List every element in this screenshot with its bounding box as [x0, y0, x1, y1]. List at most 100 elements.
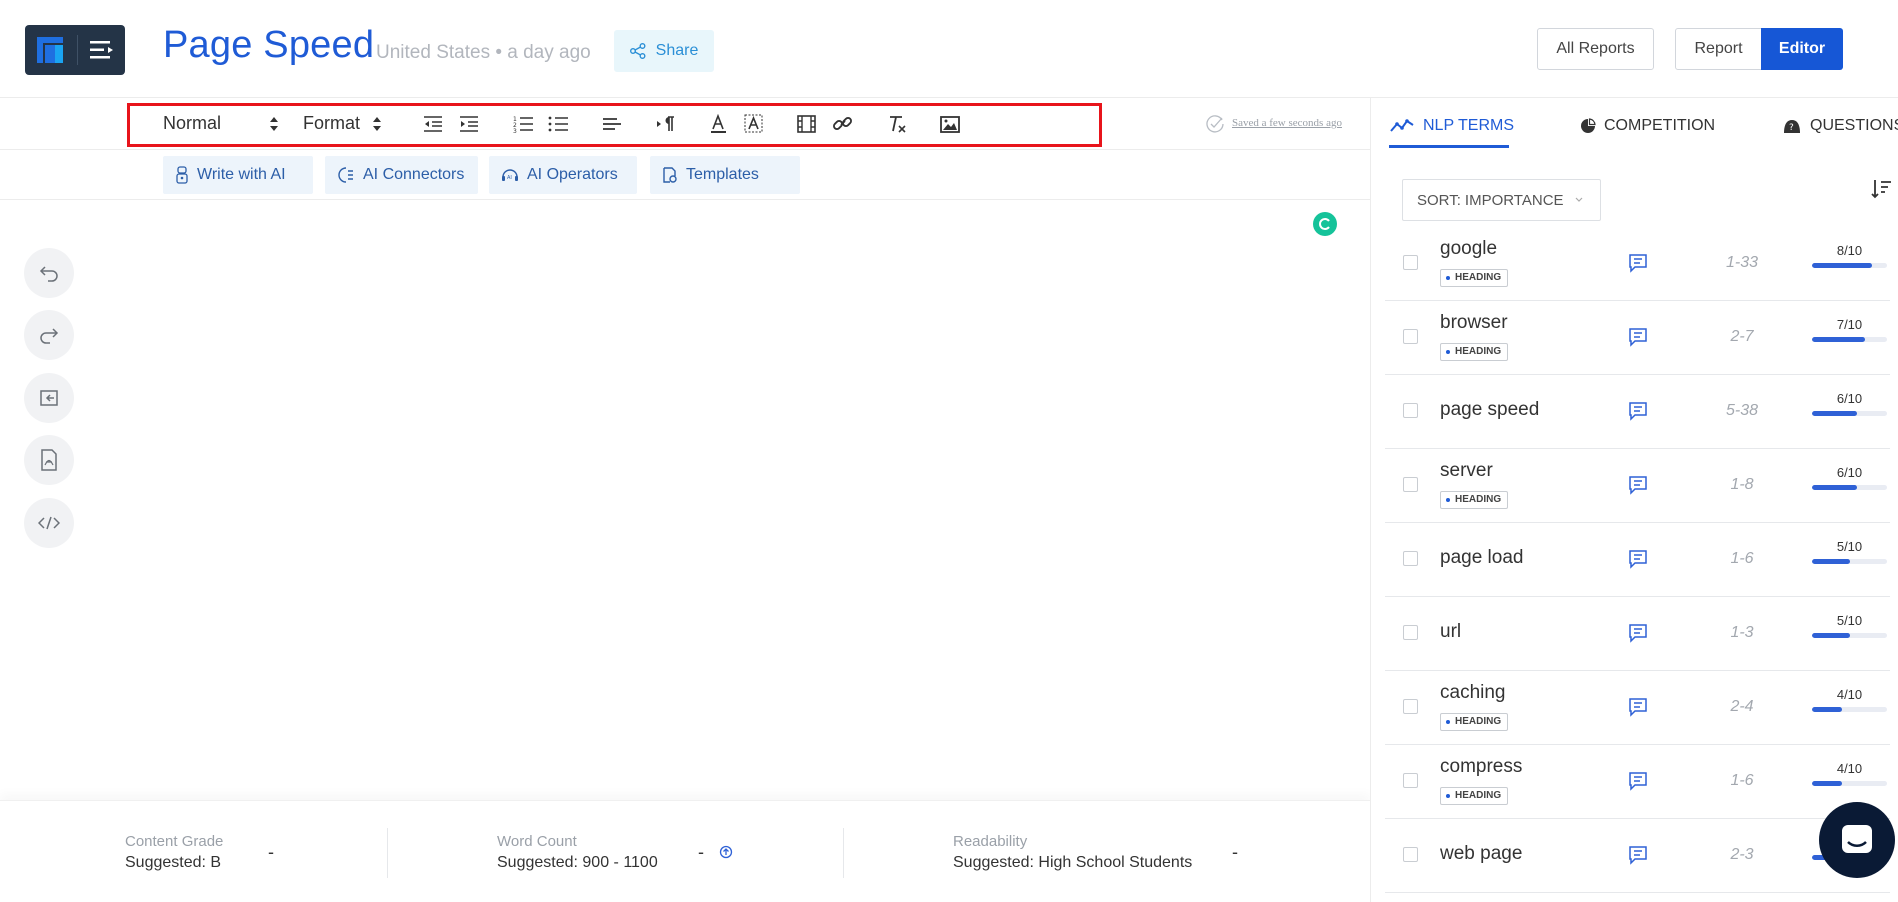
logo-divider [77, 35, 78, 65]
editor-app: Page Speed United States • a day ago Sha… [0, 0, 1898, 902]
page-title: Page Speed [163, 24, 375, 66]
term-usage-range: 1-3 [1730, 624, 1754, 641]
importance-bar-fill [1812, 411, 1857, 416]
ordered-list-icon[interactable]: 1 2 3 [512, 114, 534, 134]
term-row: web page 2-3 [1385, 819, 1890, 893]
importance-bar [1812, 263, 1887, 268]
heading-badge: HEADING [1440, 787, 1509, 805]
tab-questions[interactable]: ? QUESTIONS [1782, 117, 1898, 135]
menu-toggle-icon[interactable] [89, 39, 115, 61]
app-logo-menu[interactable] [25, 25, 125, 75]
importance-bar-fill [1812, 707, 1842, 712]
image-icon[interactable] [939, 114, 961, 134]
pie-chart-icon [1581, 118, 1596, 133]
video-icon[interactable] [796, 114, 818, 134]
outdent-icon[interactable] [422, 114, 444, 134]
sort-value: IMPORTANCE [1464, 191, 1564, 209]
comment-icon[interactable] [1628, 475, 1648, 495]
term-checkbox[interactable] [1403, 329, 1418, 344]
sort-label: SORT: [1417, 191, 1461, 209]
content-stats-footer [0, 800, 1370, 902]
comment-icon[interactable] [1628, 623, 1648, 643]
comment-icon[interactable] [1628, 549, 1648, 569]
content-grade-value: - [268, 842, 274, 862]
tab-competition[interactable]: COMPETITION [1580, 117, 1715, 135]
importance-bar-fill [1812, 337, 1865, 342]
link-icon[interactable] [832, 114, 854, 134]
comment-icon[interactable] [1628, 845, 1648, 865]
ai-operators-button[interactable]: AI AI Operators [489, 156, 637, 194]
write-with-ai-button[interactable]: Write with AI [163, 156, 313, 194]
undo-icon [39, 266, 58, 282]
tab-nlp-terms[interactable]: NLP TERMS [1389, 117, 1514, 135]
term-usage-range: 1-6 [1730, 550, 1754, 567]
term-checkbox[interactable] [1403, 773, 1418, 788]
select-arrows-icon [270, 116, 279, 131]
tab-nlp-terms-label: NLP TERMS [1423, 117, 1514, 134]
term-name: caching [1440, 682, 1506, 703]
report-button[interactable]: Report [1675, 28, 1762, 70]
clear-format-icon[interactable] [886, 114, 908, 134]
importance-bar-fill [1812, 633, 1850, 638]
term-checkbox[interactable] [1403, 477, 1418, 492]
term-importance-score: 7/10 [1836, 317, 1863, 332]
redo-button[interactable] [24, 310, 74, 360]
paragraph-direction-icon[interactable] [655, 114, 677, 134]
highlight-color-icon[interactable] [743, 114, 765, 134]
importance-bar-fill [1812, 781, 1842, 786]
term-name: compress [1440, 756, 1523, 777]
format-select[interactable]: Format [303, 113, 382, 134]
term-checkbox[interactable] [1403, 625, 1418, 640]
pdf-button[interactable] [24, 435, 74, 485]
term-name: page speed [1440, 399, 1540, 420]
importance-bar [1812, 485, 1887, 490]
sort-dropdown[interactable]: SORT: IMPORTANCE [1402, 179, 1601, 221]
comment-icon[interactable] [1628, 253, 1648, 273]
editor-button[interactable]: Editor [1761, 28, 1843, 70]
templates-button[interactable]: Templates [650, 156, 800, 194]
ai-connectors-button[interactable]: AI Connectors [325, 156, 478, 194]
importance-bar [1812, 633, 1887, 638]
sort-order-icon[interactable] [1870, 178, 1892, 200]
comment-icon[interactable] [1628, 697, 1648, 717]
term-checkbox[interactable] [1403, 699, 1418, 714]
readability-suggested: Suggested: High School Students [953, 854, 1193, 871]
importance-bar [1812, 781, 1887, 786]
code-button[interactable] [24, 498, 74, 548]
export-button[interactable] [24, 373, 74, 423]
term-importance-score: 4/10 [1836, 687, 1863, 702]
operators-icon: AI [502, 169, 518, 181]
align-icon[interactable] [601, 114, 623, 134]
term-usage-range: 5-38 [1725, 402, 1759, 419]
bullet-list-icon[interactable] [547, 114, 569, 134]
all-reports-button[interactable]: All Reports [1537, 28, 1654, 70]
term-checkbox[interactable] [1403, 255, 1418, 270]
chat-icon [1842, 825, 1872, 853]
term-row: server HEADING 1-8 6/10 [1385, 449, 1890, 523]
term-checkbox[interactable] [1403, 847, 1418, 862]
grammar-assistant-icon[interactable] [1313, 212, 1337, 236]
chat-support-button[interactable] [1819, 802, 1895, 878]
term-usage-range: 1-33 [1725, 254, 1759, 271]
indent-icon[interactable] [458, 114, 480, 134]
undo-button[interactable] [24, 248, 74, 298]
share-button[interactable]: Share [614, 30, 714, 72]
text-color-icon[interactable] [708, 114, 730, 134]
templates-icon [663, 167, 677, 183]
pdf-icon [41, 449, 57, 471]
comment-icon[interactable] [1628, 327, 1648, 347]
importance-bar [1812, 707, 1887, 712]
heading-badge: HEADING [1440, 343, 1509, 361]
comment-icon[interactable] [1628, 401, 1648, 421]
term-row: url 1-3 5/10 [1385, 597, 1890, 671]
comment-icon[interactable] [1628, 771, 1648, 791]
term-importance-score: 6/10 [1836, 465, 1863, 480]
term-usage-range: 2-7 [1730, 328, 1754, 345]
term-checkbox[interactable] [1403, 551, 1418, 566]
style-select[interactable]: Normal [163, 113, 279, 134]
ai-operators-label: AI Operators [527, 166, 618, 183]
saved-status[interactable]: Saved a few seconds ago [1232, 117, 1342, 129]
term-row: page load 1-6 5/10 [1385, 523, 1890, 597]
word-count-target-icon[interactable] [719, 845, 733, 859]
term-checkbox[interactable] [1403, 403, 1418, 418]
